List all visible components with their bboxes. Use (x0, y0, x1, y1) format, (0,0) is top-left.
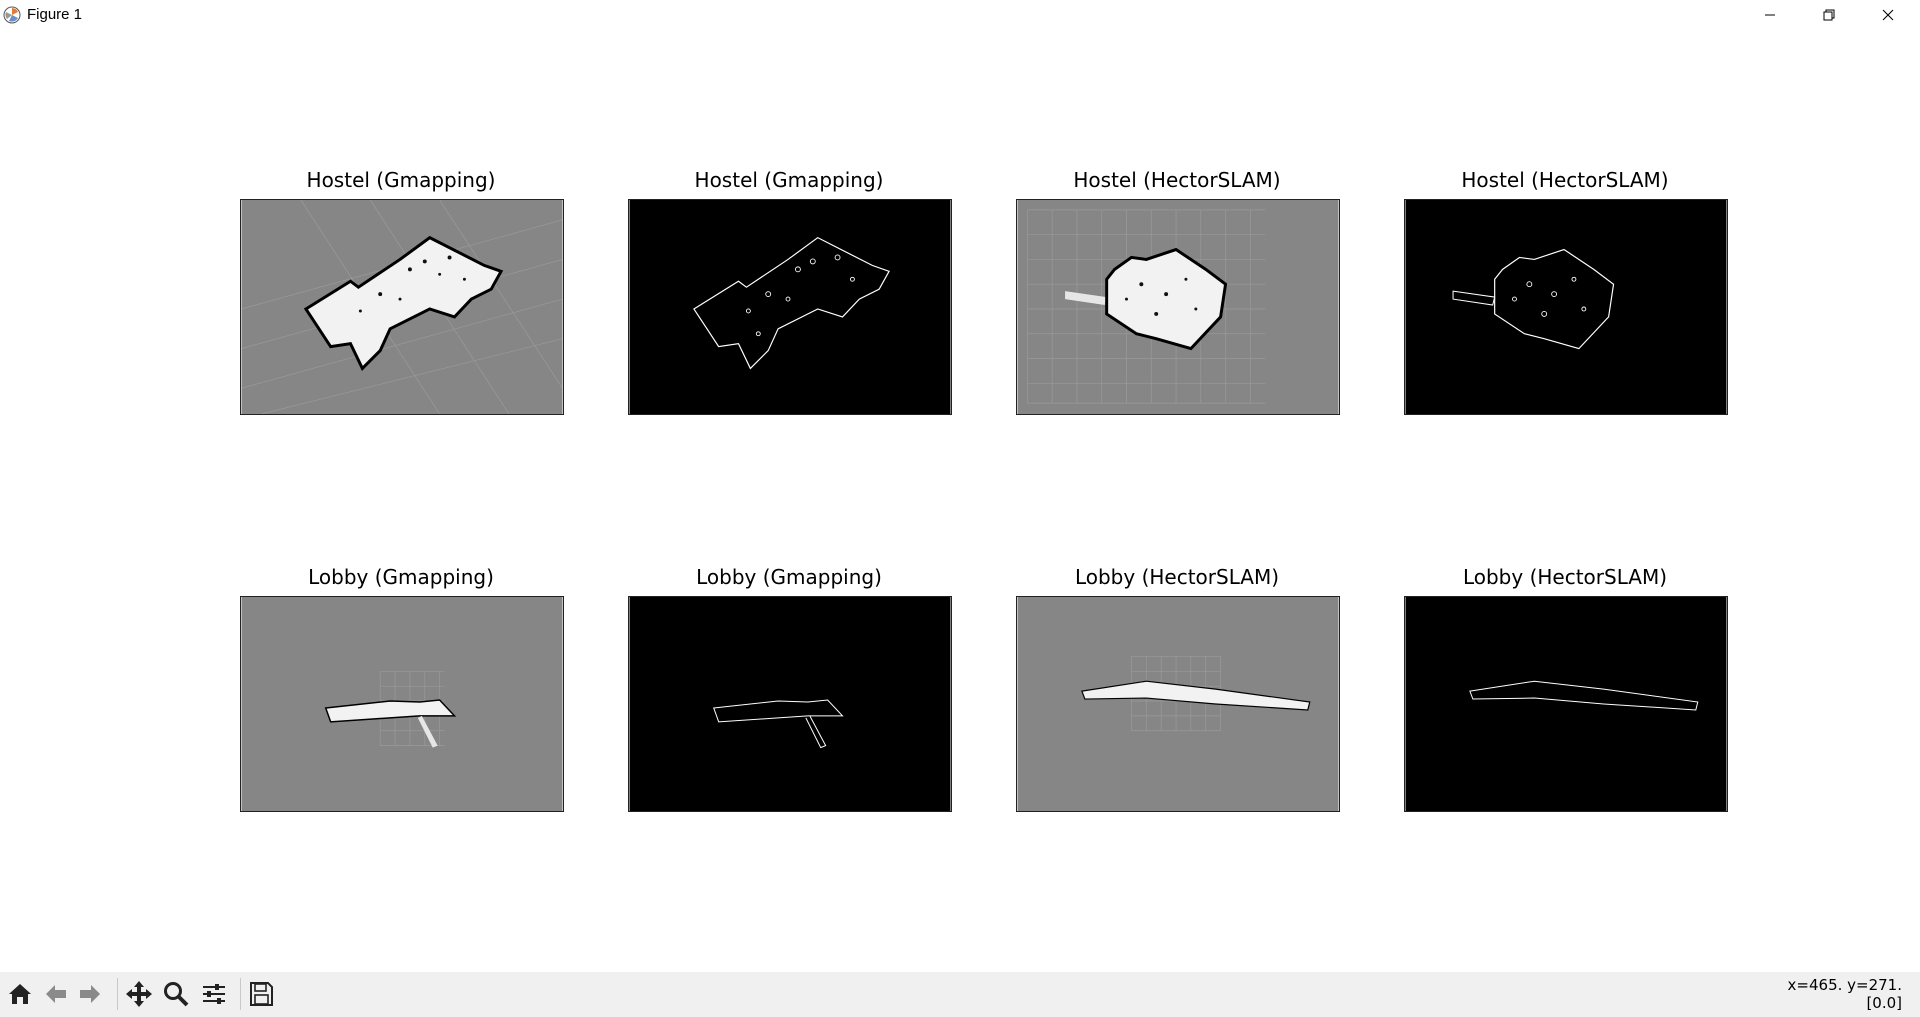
edge-map-image (1405, 597, 1727, 811)
forward-button[interactable] (73, 976, 107, 1012)
toolbar-separator (117, 978, 118, 1010)
save-button[interactable] (244, 976, 278, 1012)
image-lobby-gmapping-map[interactable] (240, 596, 564, 812)
window-title: Figure 1 (27, 6, 83, 23)
cursor-position-text: x=465. y=271. (1787, 976, 1902, 994)
restore-icon (1823, 9, 1835, 21)
pan-icon (126, 981, 152, 1007)
matplotlib-logo-icon (3, 6, 21, 24)
image-lobby-hectorslam-map[interactable] (1016, 596, 1340, 812)
cursor-coordinates: x=465. y=271. [0.0] (1788, 976, 1902, 1012)
image-hostel-gmapping-map[interactable] (240, 199, 564, 415)
minimize-icon (1765, 14, 1775, 16)
navigation-toolbar: x=465. y=271. [0.0] (0, 972, 1920, 1017)
panel-title: Lobby (HectorSLAM) (1462, 565, 1668, 589)
edge-map-image (1405, 200, 1727, 414)
occupancy-map-image (241, 597, 563, 811)
close-button[interactable] (1864, 0, 1912, 30)
image-hostel-gmapping-edges[interactable] (628, 199, 952, 415)
image-hostel-hectorslam-map[interactable] (1016, 199, 1340, 415)
panel-title: Hostel (Gmapping) (306, 168, 496, 192)
occupancy-map-image (241, 200, 563, 414)
zoom-button[interactable] (159, 976, 193, 1012)
panel-title: Lobby (HectorSLAM) (1074, 565, 1280, 589)
minimize-button[interactable] (1746, 0, 1794, 30)
back-icon (46, 985, 66, 1003)
panel-title: Hostel (HectorSLAM) (1073, 168, 1281, 192)
panel-title: Hostel (Gmapping) (694, 168, 884, 192)
zoom-icon (164, 982, 189, 1007)
edge-map-image (629, 597, 951, 811)
pixel-value-text: [0.0] (1866, 994, 1902, 1012)
close-icon (1882, 9, 1894, 21)
home-button[interactable] (3, 976, 37, 1012)
back-button[interactable] (39, 976, 73, 1012)
figure-canvas[interactable]: Hostel (Gmapping) Hostel (Gmapping) Host… (0, 30, 1920, 972)
toolbar-separator (240, 978, 241, 1010)
panel-title: Hostel (HectorSLAM) (1461, 168, 1669, 192)
configure-subplots-button[interactable] (197, 976, 231, 1012)
panel-title: Lobby (Gmapping) (308, 565, 494, 589)
occupancy-map-image (1017, 597, 1339, 811)
image-hostel-hectorslam-edges[interactable] (1404, 199, 1728, 415)
edge-map-image (629, 200, 951, 414)
panel-title: Lobby (Gmapping) (696, 565, 882, 589)
pan-button[interactable] (122, 976, 156, 1012)
forward-icon (80, 985, 100, 1003)
window-titlebar: Figure 1 (0, 0, 1920, 30)
configure-icon (203, 984, 225, 1004)
restore-button[interactable] (1805, 0, 1853, 30)
save-icon (250, 982, 273, 1006)
image-lobby-gmapping-edges[interactable] (628, 596, 952, 812)
home-icon (9, 984, 31, 1004)
occupancy-map-image (1017, 200, 1339, 414)
image-lobby-hectorslam-edges[interactable] (1404, 596, 1728, 812)
